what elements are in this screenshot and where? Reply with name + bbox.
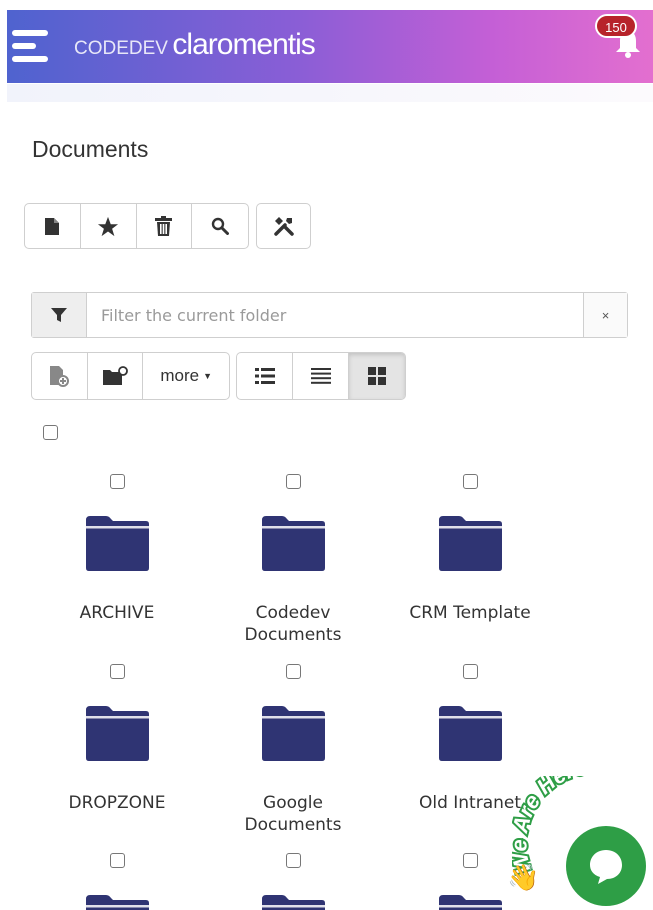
view-mode-toolbar [236, 352, 406, 400]
more-label: more [160, 366, 200, 385]
new-folder-icon [103, 366, 128, 385]
folder-icon [262, 516, 325, 571]
folder-checkbox[interactable] [463, 664, 478, 679]
grid-view-button[interactable] [349, 353, 405, 399]
create-toolbar: more ▼ [31, 352, 230, 400]
folder-name: DROPZONE [68, 793, 166, 813]
folder-icon [86, 516, 149, 571]
folder-checkbox[interactable] [110, 664, 125, 679]
caret-down-icon: ▼ [203, 371, 213, 381]
search-icon [211, 217, 230, 235]
favourite-button[interactable] [81, 204, 137, 248]
new-document-icon [45, 217, 60, 235]
chat-bubble-icon [590, 850, 622, 884]
folder-checkbox[interactable] [110, 853, 125, 868]
page-title: Documents [32, 136, 149, 162]
folder-icon [439, 895, 502, 910]
header-shadow [7, 84, 653, 102]
folder-checkbox[interactable] [463, 474, 478, 489]
upload-file-button[interactable] [32, 353, 88, 399]
folder-checkbox[interactable] [463, 853, 478, 868]
folder-icon [86, 706, 149, 761]
filter-icon [32, 293, 87, 337]
folder-checkbox[interactable] [286, 474, 301, 489]
folder-icon [262, 895, 325, 910]
folder-name: ARCHIVE [79, 603, 155, 623]
grid-icon [368, 367, 386, 385]
tools-toolbar [256, 203, 311, 249]
clear-filter-button[interactable]: × [583, 293, 627, 337]
detailed-list-icon [254, 368, 275, 384]
app-header: CODEDEV claromentis [7, 10, 653, 83]
new-document-button[interactable] [25, 204, 81, 248]
folder-icon [439, 516, 502, 571]
new-folder-button[interactable] [88, 353, 144, 399]
trash-icon [155, 216, 173, 236]
list-icon [310, 368, 331, 384]
brand-prefix: CODEDEV [74, 38, 168, 59]
folder-name: Google Documents [244, 793, 342, 835]
more-dropdown[interactable]: more ▼ [143, 353, 229, 399]
search-button[interactable] [192, 204, 248, 248]
folder-checkbox[interactable] [110, 474, 125, 489]
folder-name: CRM Template [409, 603, 531, 623]
folder-icon [262, 706, 325, 761]
folder-icon [439, 706, 502, 761]
menu-icon[interactable] [12, 30, 50, 64]
upload-file-icon [50, 366, 70, 387]
detailed-list-view-button[interactable] [237, 353, 293, 399]
tools-icon [273, 217, 294, 236]
folder-icon [86, 895, 149, 910]
delete-button[interactable] [137, 204, 193, 248]
document-toolbar [24, 203, 249, 249]
folder-checkbox[interactable] [286, 664, 301, 679]
brand-logo[interactable]: CODEDEV claromentis [74, 28, 316, 62]
select-all-checkbox[interactable] [43, 425, 58, 440]
folder-name: Codedev Documents [244, 603, 342, 645]
list-view-button[interactable] [293, 353, 349, 399]
folder-checkbox[interactable] [286, 853, 301, 868]
filter-bar: × [31, 292, 628, 338]
notification-badge[interactable]: 150 [595, 14, 637, 38]
tools-button[interactable] [257, 204, 310, 248]
waving-hand-icon: 👋 [507, 862, 540, 892]
star-icon [98, 216, 119, 236]
filter-input[interactable] [87, 293, 583, 337]
brand-name: claromentis [172, 28, 315, 61]
chat-button[interactable] [566, 826, 646, 906]
